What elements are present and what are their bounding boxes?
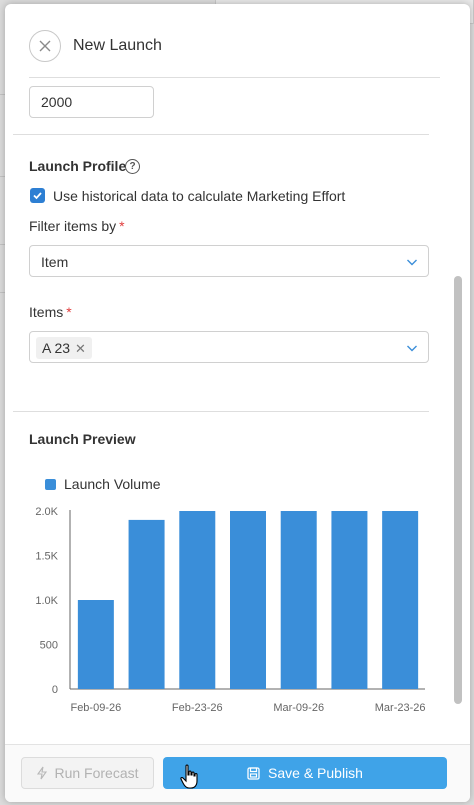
legend-label: Launch Volume <box>64 476 161 492</box>
run-forecast-button[interactable]: Run Forecast <box>21 757 154 789</box>
required-mark: * <box>119 218 125 234</box>
volume-input[interactable]: 2000 <box>29 86 154 118</box>
y-tick-label: 0 <box>52 684 58 696</box>
historical-data-label: Use historical data to calculate Marketi… <box>53 188 346 204</box>
filter-label: Filter items by * <box>29 218 125 234</box>
items-select[interactable]: A 23 ✕ <box>29 331 429 363</box>
chart-bar <box>179 511 216 689</box>
legend-swatch <box>45 478 56 490</box>
modal-body[interactable]: 2000 Launch Profile ? Use historical dat… <box>5 78 470 744</box>
items-label-text: Items <box>29 304 64 320</box>
run-forecast-label: Run Forecast <box>54 765 139 781</box>
filter-label-text: Filter items by <box>29 218 117 234</box>
modal-header: New Launch <box>5 4 470 78</box>
y-tick-label: 1.0K <box>35 595 58 607</box>
modal-title: New Launch <box>73 37 162 54</box>
tag-remove-icon[interactable]: ✕ <box>75 342 86 355</box>
y-tick-label: 500 <box>40 640 58 652</box>
launch-preview-chart: 0 500 1.0K 1.5K 2.0K Feb-09-26 Feb-23-26 Mar-09… <box>35 506 426 714</box>
required-mark: * <box>66 304 72 320</box>
item-tag: A 23 ✕ <box>36 337 92 359</box>
x-tick-label: Mar-09-26 <box>273 702 324 714</box>
chevron-down-icon <box>407 259 417 266</box>
chevron-down-icon <box>407 345 417 352</box>
scrollbar[interactable] <box>454 276 462 704</box>
close-button[interactable] <box>29 30 61 62</box>
save-publish-button[interactable]: Save & Publish <box>163 757 447 789</box>
launch-preview-title: Launch Preview <box>29 431 136 447</box>
x-tick-label: Feb-23-26 <box>172 702 223 714</box>
close-icon <box>39 40 51 52</box>
y-tick-label: 2.0K <box>35 506 58 518</box>
chart-bar <box>382 511 419 689</box>
chart-bar <box>280 511 317 689</box>
section-divider <box>13 134 429 135</box>
x-tick-label: Mar-23-26 <box>375 702 426 714</box>
filter-select-value: Item <box>41 254 69 270</box>
chart-legend: Launch Volume <box>45 476 161 492</box>
chart-bar <box>128 519 165 689</box>
filter-select[interactable]: Item <box>29 245 429 277</box>
historical-data-checkbox[interactable] <box>30 188 45 203</box>
launch-profile-title: Launch Profile <box>29 158 127 174</box>
checkmark-icon <box>33 192 42 200</box>
modal-footer: Run Forecast Save & Publish <box>5 744 470 802</box>
section-divider <box>13 411 429 412</box>
chart-bar <box>77 600 114 689</box>
hand-cursor-icon <box>180 764 198 789</box>
items-label: Items * <box>29 304 72 320</box>
y-tick-label: 1.5K <box>35 551 58 563</box>
lightning-icon <box>37 766 48 780</box>
chart-bar <box>230 511 266 689</box>
help-icon[interactable]: ? <box>125 159 140 174</box>
save-icon <box>247 766 260 780</box>
new-launch-modal: New Launch 2000 Launch Profile ? Use his… <box>5 4 470 802</box>
save-publish-label: Save & Publish <box>268 765 363 781</box>
x-tick-label: Feb-09-26 <box>70 702 121 714</box>
chart-bar <box>331 511 368 689</box>
item-tag-label: A 23 <box>42 340 71 356</box>
